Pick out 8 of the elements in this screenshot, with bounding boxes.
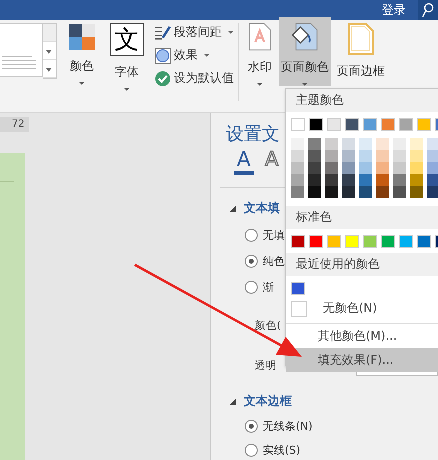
zoom-reading: 72 [0,117,29,132]
font-icon: 文 [110,23,144,56]
menu-header: 最近使用的颜色 [286,253,438,276]
pane-title: 设置文 [226,123,280,147]
menu-header: 标准色 [286,206,438,229]
field-label: 透明 [255,359,277,373]
field-label: 颜色( [255,319,282,333]
menu-header: 主题颜色 [286,89,438,112]
